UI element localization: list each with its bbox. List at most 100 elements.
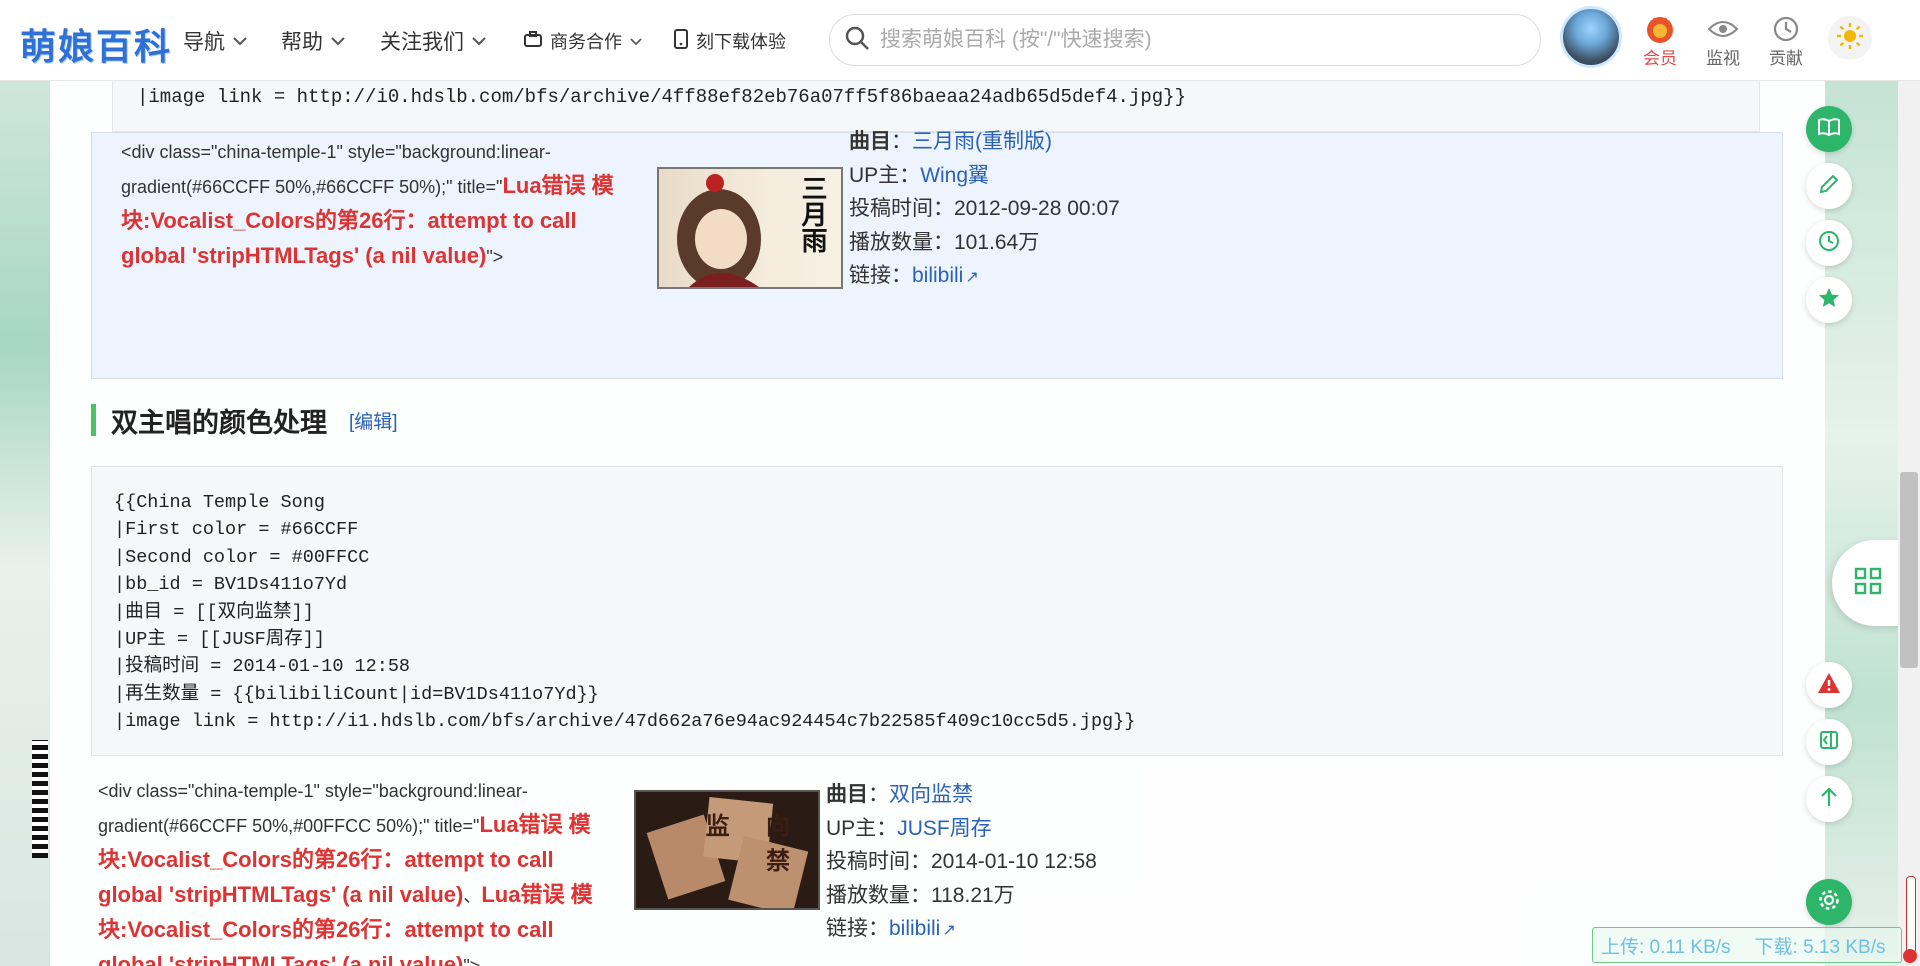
briefcase-icon [524, 30, 542, 52]
download-speed: 下载: 5.13 KB/s [1754, 936, 1886, 958]
watch-label: 监视 [1706, 49, 1740, 68]
info-row-song: 曲目：双向监禁 [826, 783, 973, 806]
nav-menu-business[interactable]: 商务合作 [524, 28, 642, 54]
vip-cat-icon [1632, 14, 1688, 44]
code-line: |bb_id = BV1Ds411o7Yd [114, 574, 348, 596]
template-source-text: <div class="china-temple-1" style="backg… [121, 135, 621, 274]
section-edit-link[interactable]: [编辑] [349, 407, 398, 434]
watch-button[interactable]: 监视 [1695, 14, 1751, 69]
section-accent-bar [91, 404, 96, 436]
code-line: |投稿时间 = 2014-01-10 12:58 [114, 656, 411, 678]
history-button[interactable] [1806, 220, 1852, 266]
eye-icon [1695, 14, 1751, 44]
code-line: |image link = http://i1.hdslb.com/bfs/ar… [114, 711, 1136, 733]
thumbnail-title: 三月雨 [797, 175, 827, 253]
settings-button[interactable] [1806, 879, 1852, 925]
edit-page-button[interactable] [1806, 163, 1852, 209]
section-heading: 双主唱的颜色处理 [编辑] [91, 402, 398, 438]
search-bar[interactable] [829, 14, 1541, 66]
chevron-down-icon [233, 33, 247, 49]
song-thumbnail[interactable]: 三月雨 [657, 167, 843, 289]
chevron-down-icon [331, 33, 345, 49]
code-line: |再生数量 = {{bilibiliCount|id=BV1Ds411o7Yd}… [114, 683, 599, 705]
external-link-icon: ↗ [942, 922, 956, 939]
search-icon[interactable] [844, 25, 870, 56]
uploader-link[interactable]: Wing翼 [920, 164, 989, 187]
info-row-song: 曲目：三月雨(重制版) [849, 130, 1052, 153]
song-link[interactable]: 双向监禁 [889, 783, 973, 806]
scrollbar-thumb[interactable] [1900, 472, 1918, 668]
search-input[interactable] [878, 27, 1502, 53]
contrib-label: 贡献 [1769, 49, 1803, 68]
template-source-text: <div class="china-temple-1" style="backg… [98, 774, 618, 966]
favorite-button[interactable] [1806, 277, 1852, 323]
warning-icon [1817, 672, 1841, 699]
nav-menu-help[interactable]: 帮助 [281, 26, 345, 56]
vip-button[interactable]: 会员 [1632, 14, 1688, 69]
nav-label: 导航 [183, 31, 225, 54]
report-button[interactable] [1806, 662, 1852, 708]
source-suffix: "> [486, 247, 504, 267]
chevron-down-icon [630, 33, 642, 49]
theme-toggle-button[interactable] [1828, 16, 1872, 60]
code-line: |Second color = #00FFCC [114, 546, 370, 568]
source-prefix: <div class="china-temple-1" style="backg… [98, 781, 528, 836]
toc-button[interactable] [1806, 719, 1852, 765]
star-icon [1817, 286, 1841, 315]
network-speed-widget: 上传: 0.11 KB/s 下载: 5.13 KB/s [1592, 927, 1902, 963]
gear-icon [1817, 888, 1841, 917]
song-info: 曲目：双向监禁 UP主：JUSF周存 投稿时间：2014-01-10 12:58… [826, 778, 1097, 948]
nav-download-app[interactable]: 刻下载体验 [674, 28, 794, 54]
site-logo[interactable]: 萌娘百科 [20, 18, 172, 70]
nav-menu-navigation[interactable]: 导航 [183, 26, 247, 56]
toc-icon [1819, 730, 1839, 755]
info-row-plays: 播放数量：101.64万 [849, 230, 1040, 254]
user-avatar[interactable] [1560, 6, 1622, 68]
code-line: |First color = #66CCFF [114, 519, 359, 541]
pencil-icon [1818, 173, 1840, 200]
history-icon [1817, 229, 1841, 258]
song-card-1: <div class="china-temple-1" style="backg… [91, 130, 1783, 379]
info-row-plays: 播放数量：118.21万 [826, 883, 1015, 907]
phone-icon [674, 28, 688, 54]
code-line: |曲目 = [[双向监禁]] [114, 601, 314, 623]
code-line: |UP主 = [[JUSF周存]] [114, 629, 325, 651]
qr-code-fragment [32, 740, 48, 858]
contrib-button[interactable]: 贡献 [1758, 14, 1814, 69]
upload-speed: 上传: 0.11 KB/s [1601, 936, 1731, 958]
song-thumbnail[interactable]: 监 向 禁 [634, 790, 820, 910]
sun-icon [1836, 22, 1864, 55]
back-to-top-button[interactable] [1806, 776, 1852, 822]
read-mode-button[interactable] [1806, 106, 1852, 152]
template-code-block: {{China Temple Song |First color = #66CCF… [91, 466, 1783, 756]
arrow-up-icon [1819, 786, 1839, 813]
info-row-time: 投稿时间：2012-09-28 00:07 [849, 197, 1120, 220]
source-prefix: <div class="china-temple-1" style="backg… [121, 142, 551, 197]
clock-icon [1758, 14, 1814, 44]
site-header: 萌娘百科 导航 帮助 关注我们 商务合作 刻下载体验 搜索萌娘百科 (按"/"快… [0, 0, 1920, 81]
bilibili-link[interactable]: bilibili [912, 264, 963, 287]
source-suffix: "> [463, 956, 481, 966]
uploader-link[interactable]: JUSF周存 [897, 817, 992, 840]
external-link-icon: ↗ [965, 269, 979, 286]
grid-icon [1854, 567, 1882, 600]
error-separator: 、 [463, 886, 482, 906]
nav-label: 刻下载体验 [696, 32, 786, 52]
info-row-up: UP主：JUSF周存 [826, 816, 992, 840]
nav-label: 帮助 [281, 31, 323, 54]
thermometer-icon [1903, 876, 1917, 963]
info-row-link: 链接：bilibili ↗ [826, 917, 956, 940]
song-link[interactable]: 三月雨(重制版) [912, 130, 1052, 153]
info-row-time: 投稿时间：2014-01-10 12:58 [826, 850, 1097, 873]
vip-label: 会员 [1643, 49, 1677, 68]
section-title: 双主唱的颜色处理 [111, 407, 327, 438]
bilibili-link[interactable]: bilibili [889, 917, 940, 940]
code-line: {{China Temple Song [114, 492, 325, 513]
nav-label: 商务合作 [550, 32, 622, 52]
chevron-down-icon [472, 33, 486, 49]
nav-menu-follow[interactable]: 关注我们 [380, 26, 486, 56]
thumbnail-title: 监 向 禁 [705, 811, 804, 875]
code-line: |image link = http://i0.hdslb.com/bfs/ar… [137, 86, 1186, 108]
book-icon [1817, 117, 1841, 142]
info-row-link: 链接：bilibili ↗ [849, 264, 979, 287]
